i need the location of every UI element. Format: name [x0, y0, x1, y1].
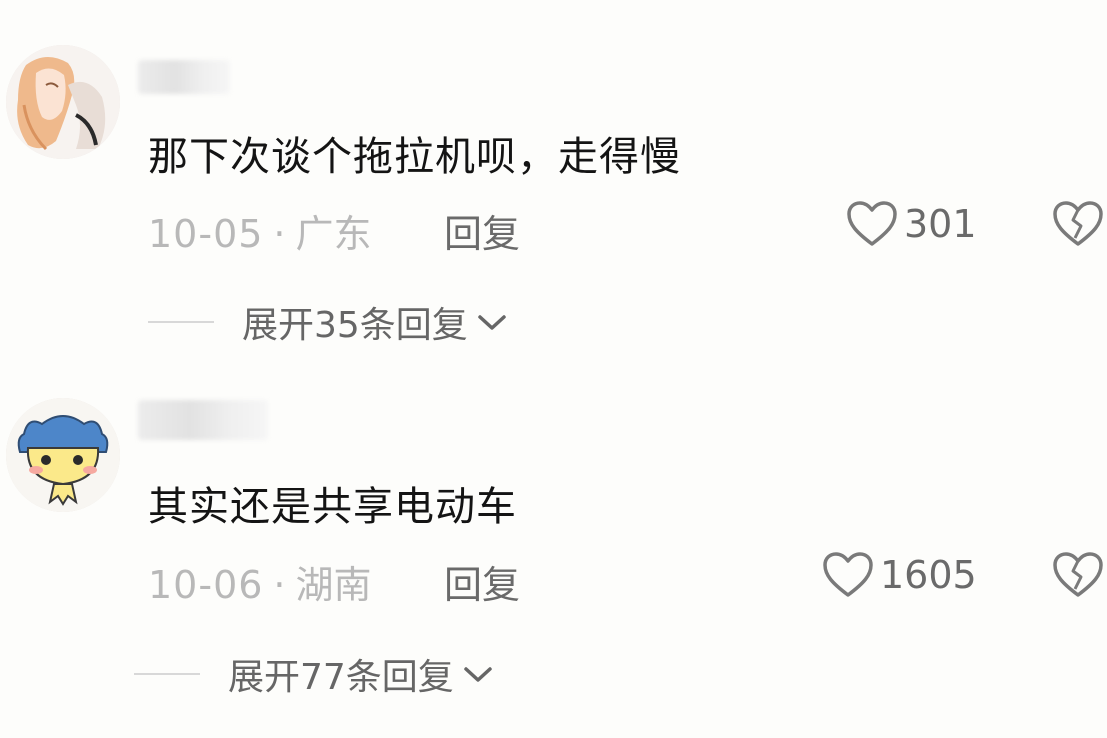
- comment-date: 10-05: [148, 212, 264, 256]
- dislike-button[interactable]: [1052, 551, 1104, 603]
- heart-outline-icon: [847, 201, 897, 246]
- broken-heart-icon: [1053, 552, 1103, 597]
- chevron-down-icon: [478, 315, 506, 330]
- avatar[interactable]: [6, 45, 120, 159]
- comment-text: 其实还是共享电动车: [148, 484, 517, 530]
- comment-location: 湖南: [295, 563, 372, 607]
- username-blurred[interactable]: [138, 60, 230, 94]
- reply-button[interactable]: 回复: [444, 203, 520, 258]
- expand-replies-button[interactable]: 展开77条回复: [134, 648, 494, 700]
- like-count: 1605: [880, 553, 977, 597]
- comment-date: 10-06: [148, 563, 264, 607]
- avatar[interactable]: [6, 398, 120, 512]
- expand-divider-line: [134, 673, 200, 675]
- like-button[interactable]: 301: [846, 200, 977, 248]
- expand-replies-label: 展开35条回复: [242, 305, 468, 346]
- dislike-button[interactable]: [1052, 200, 1104, 252]
- expand-divider-line: [148, 321, 214, 323]
- meta-separator: ·: [273, 212, 286, 256]
- comment-text: 那下次谈个拖拉机呗，走得慢: [148, 134, 681, 180]
- like-button[interactable]: 1605: [822, 551, 977, 599]
- expand-replies-label: 展开77条回复: [228, 657, 454, 698]
- chevron-down-icon: [464, 667, 492, 682]
- avatar-anime-girl-image: [6, 45, 120, 159]
- comment-meta: 10-06 · 湖南: [148, 554, 372, 609]
- meta-separator: ·: [273, 563, 286, 607]
- comment-meta: 10-05 · 广东: [148, 203, 372, 258]
- avatar-cartoon-image: [6, 398, 120, 512]
- comment-location: 广东: [295, 212, 372, 256]
- broken-heart-icon: [1053, 201, 1103, 246]
- username-blurred[interactable]: [138, 400, 268, 440]
- like-count: 301: [904, 202, 977, 246]
- heart-outline-icon: [823, 552, 873, 597]
- expand-replies-button[interactable]: 展开35条回复: [148, 296, 508, 348]
- reply-button[interactable]: 回复: [444, 554, 520, 609]
